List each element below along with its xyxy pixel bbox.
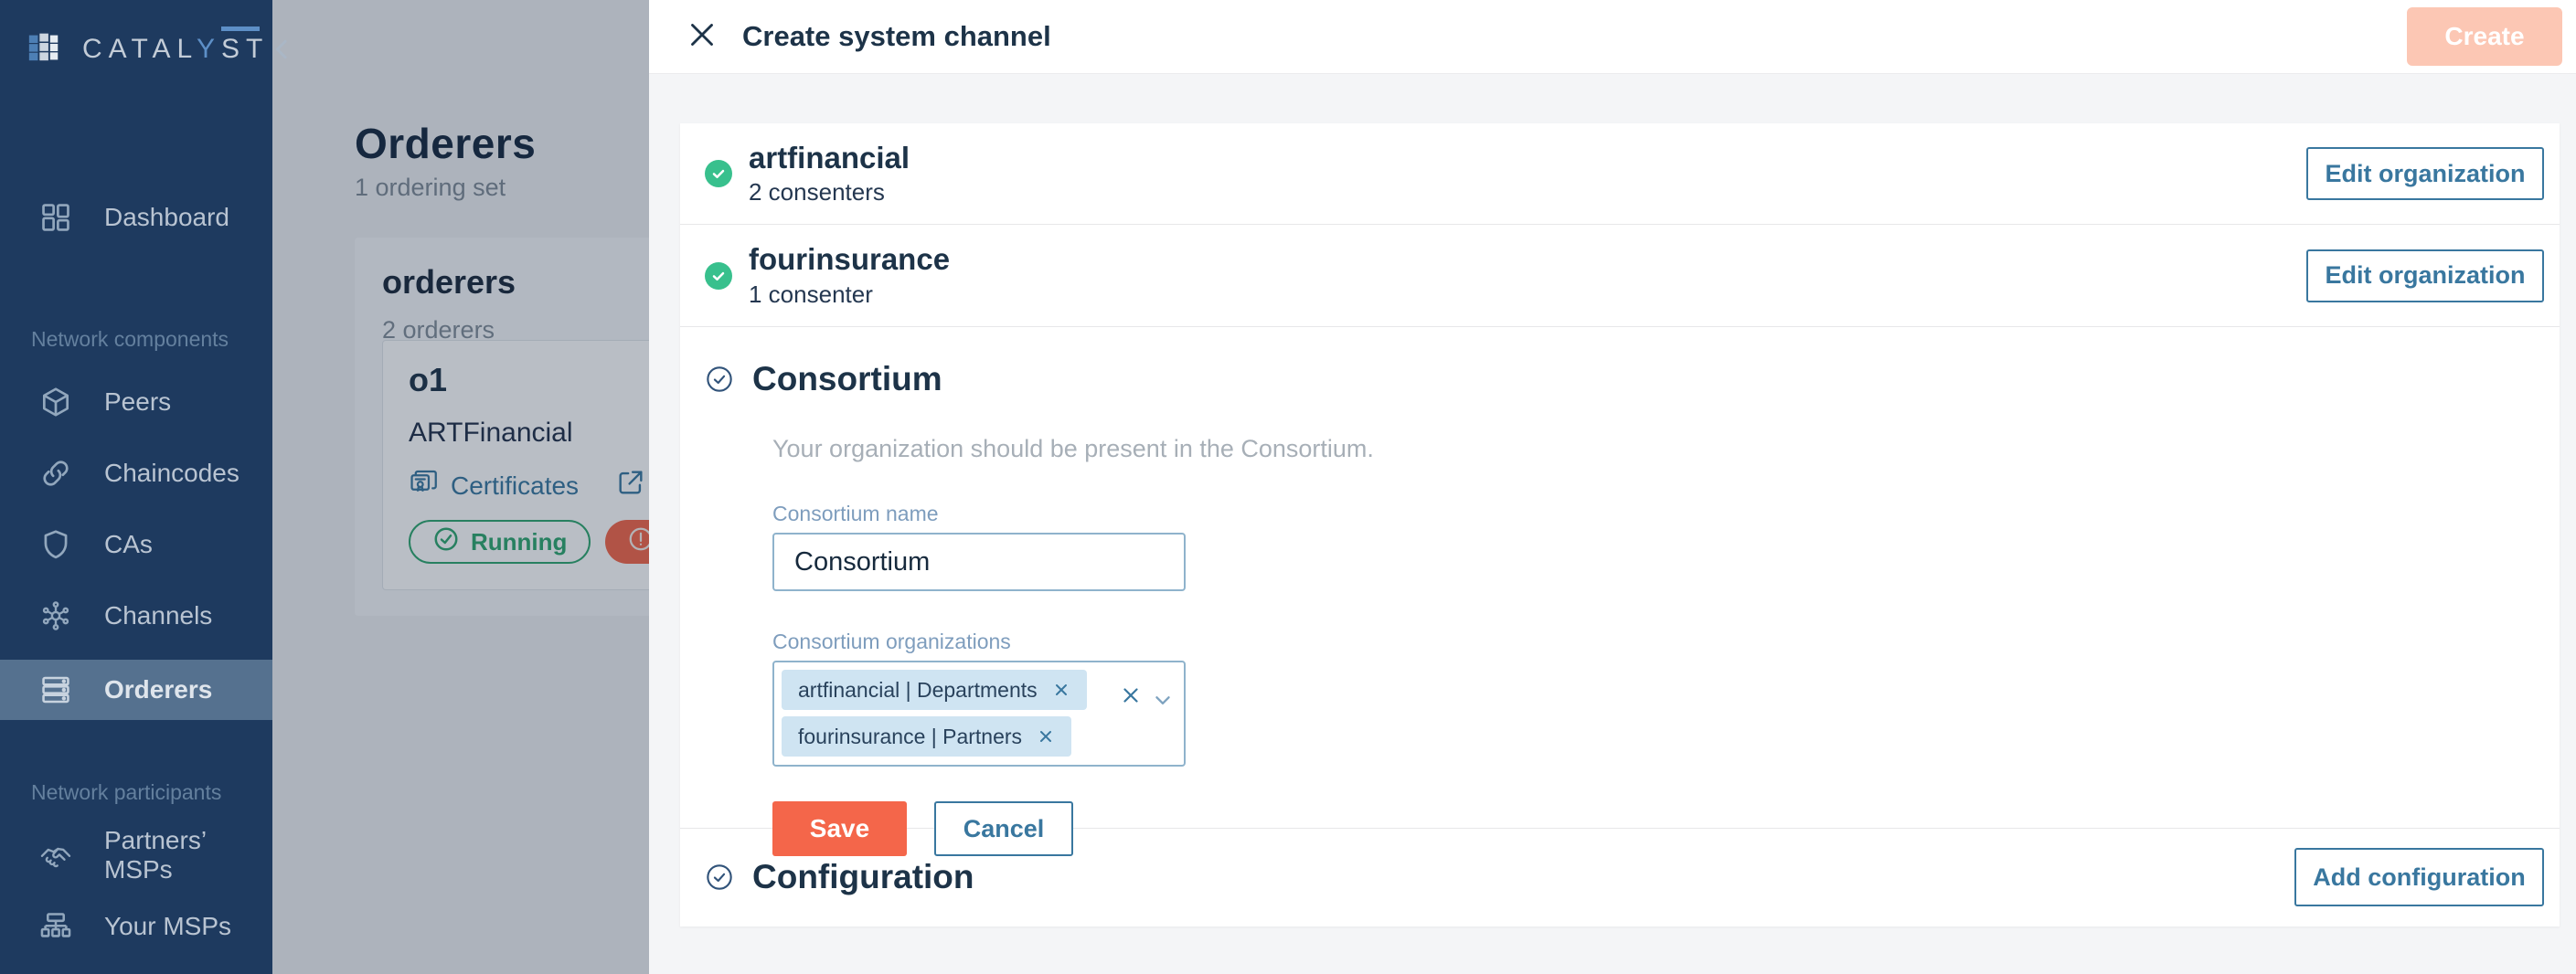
cube-icon bbox=[38, 385, 73, 419]
sidebar-item-label: Channels bbox=[104, 601, 212, 630]
ordering-set-title: orderers bbox=[382, 263, 516, 302]
sidebar-item-orderers[interactable]: Orderers bbox=[0, 660, 272, 720]
sidebar-item-peers[interactable]: Peers bbox=[0, 367, 272, 437]
sidebar-item-chaincodes[interactable]: Chaincodes bbox=[0, 439, 272, 508]
sidebar-section-network-participants: Network participants bbox=[31, 780, 221, 805]
success-check-icon bbox=[705, 160, 732, 187]
edit-organization-button[interactable]: Edit organization bbox=[2306, 147, 2544, 200]
check-circle-icon bbox=[432, 525, 460, 559]
certificates-link[interactable]: Certificates bbox=[409, 467, 579, 504]
logo-wordmark: CATALYST bbox=[82, 34, 269, 65]
configuration-heading: Configuration bbox=[752, 858, 974, 896]
close-icon bbox=[686, 18, 719, 56]
modal-header: Create system channel Create bbox=[649, 0, 2576, 74]
consortium-organizations-label: Consortium organizations bbox=[772, 630, 2535, 654]
certificates-link-label: Certificates bbox=[451, 471, 579, 501]
logo-cube-icon bbox=[26, 26, 68, 73]
app-screen: CATALYST Dashboard Network components Pe… bbox=[0, 0, 2576, 974]
consortium-heading: Consortium bbox=[752, 360, 942, 398]
org-chip: artfinancial | Departments bbox=[782, 670, 1087, 710]
status-badge-label: Running bbox=[471, 528, 567, 556]
create-button[interactable]: Create bbox=[2407, 7, 2562, 66]
chevron-down-icon[interactable] bbox=[1151, 688, 1175, 712]
orderer-org: ARTFinancial bbox=[409, 418, 573, 449]
sidebar-item-label: CAs bbox=[104, 530, 153, 559]
org-row-fourinsurance: fourinsurance 1 consenter Edit organizat… bbox=[680, 225, 2560, 327]
modal-title: Create system channel bbox=[742, 20, 1051, 53]
sidebar: CATALYST Dashboard Network components Pe… bbox=[0, 0, 272, 974]
page-title: Orderers bbox=[355, 119, 536, 168]
select-clear-icon[interactable] bbox=[1120, 684, 1142, 706]
server-stack-icon bbox=[38, 672, 73, 707]
org-subtitle: 2 consenters bbox=[749, 178, 910, 206]
arrow-out-box-icon bbox=[615, 467, 646, 504]
chip-label: fourinsurance | Partners bbox=[798, 725, 1022, 749]
sidebar-item-label: Dashboard bbox=[104, 203, 229, 232]
chip-remove-icon[interactable] bbox=[1052, 681, 1070, 699]
org-row-artfinancial: artfinancial 2 consenters Edit organizat… bbox=[680, 123, 2560, 225]
dashboard-grid-icon bbox=[38, 200, 73, 235]
org-chart-icon bbox=[38, 909, 73, 944]
consortium-name-label: Consortium name bbox=[772, 502, 2535, 526]
sidebar-item-your-msps[interactable]: Your MSPs bbox=[0, 892, 272, 961]
chain-link-icon bbox=[38, 456, 73, 491]
add-configuration-button[interactable]: Add configuration bbox=[2294, 848, 2544, 906]
chip-remove-icon[interactable] bbox=[1037, 727, 1055, 746]
org-subtitle: 1 consenter bbox=[749, 281, 950, 309]
consortium-organizations-select[interactable]: artfinancial | Departments fourinsurance… bbox=[772, 661, 1186, 767]
edit-organization-button[interactable]: Edit organization bbox=[2306, 249, 2544, 302]
org-name: artfinancial bbox=[749, 141, 910, 175]
handshake-icon bbox=[38, 838, 73, 873]
sidebar-item-channels[interactable]: Channels bbox=[0, 581, 272, 651]
page-subtitle: 1 ordering set bbox=[355, 174, 536, 202]
sidebar-section-network-components: Network components bbox=[31, 327, 229, 352]
close-button[interactable] bbox=[682, 16, 722, 57]
success-check-icon bbox=[705, 262, 732, 290]
sidebar-collapse-icon[interactable] bbox=[269, 36, 296, 63]
org-name: fourinsurance bbox=[749, 242, 950, 277]
consortium-section: Consortium Your organization should be p… bbox=[680, 327, 2560, 829]
ordering-set-subtitle: 2 orderers bbox=[382, 316, 495, 344]
circle-check-icon bbox=[705, 365, 734, 394]
sidebar-item-label: Orderers bbox=[104, 675, 212, 704]
configuration-section: Configuration Add configuration bbox=[680, 829, 2560, 926]
chip-label: artfinancial | Departments bbox=[798, 678, 1038, 703]
shield-icon bbox=[38, 527, 73, 562]
sidebar-item-label: Chaincodes bbox=[104, 459, 240, 488]
certificate-icon bbox=[409, 467, 440, 504]
sidebar-item-label: Partners’ MSPs bbox=[104, 826, 272, 884]
create-system-channel-modal: Create system channel Create artfinancia… bbox=[649, 0, 2576, 974]
orderer-name: o1 bbox=[409, 361, 447, 399]
sidebar-item-label: Your MSPs bbox=[104, 912, 231, 941]
sidebar-item-dashboard[interactable]: Dashboard bbox=[0, 183, 272, 252]
logo: CATALYST bbox=[26, 24, 252, 75]
consortium-description: Your organization should be present in t… bbox=[772, 435, 2535, 463]
consortium-name-input[interactable] bbox=[772, 533, 1186, 591]
circle-check-icon bbox=[705, 863, 734, 892]
sidebar-item-partners-msps[interactable]: Partners’ MSPs bbox=[0, 820, 272, 890]
sidebar-item-label: Peers bbox=[104, 387, 171, 417]
status-badge-running: Running bbox=[409, 520, 591, 564]
sidebar-item-cas[interactable]: CAs bbox=[0, 510, 272, 579]
hub-icon bbox=[38, 598, 73, 633]
modal-content-card: artfinancial 2 consenters Edit organizat… bbox=[680, 123, 2560, 926]
org-chip: fourinsurance | Partners bbox=[782, 716, 1071, 757]
